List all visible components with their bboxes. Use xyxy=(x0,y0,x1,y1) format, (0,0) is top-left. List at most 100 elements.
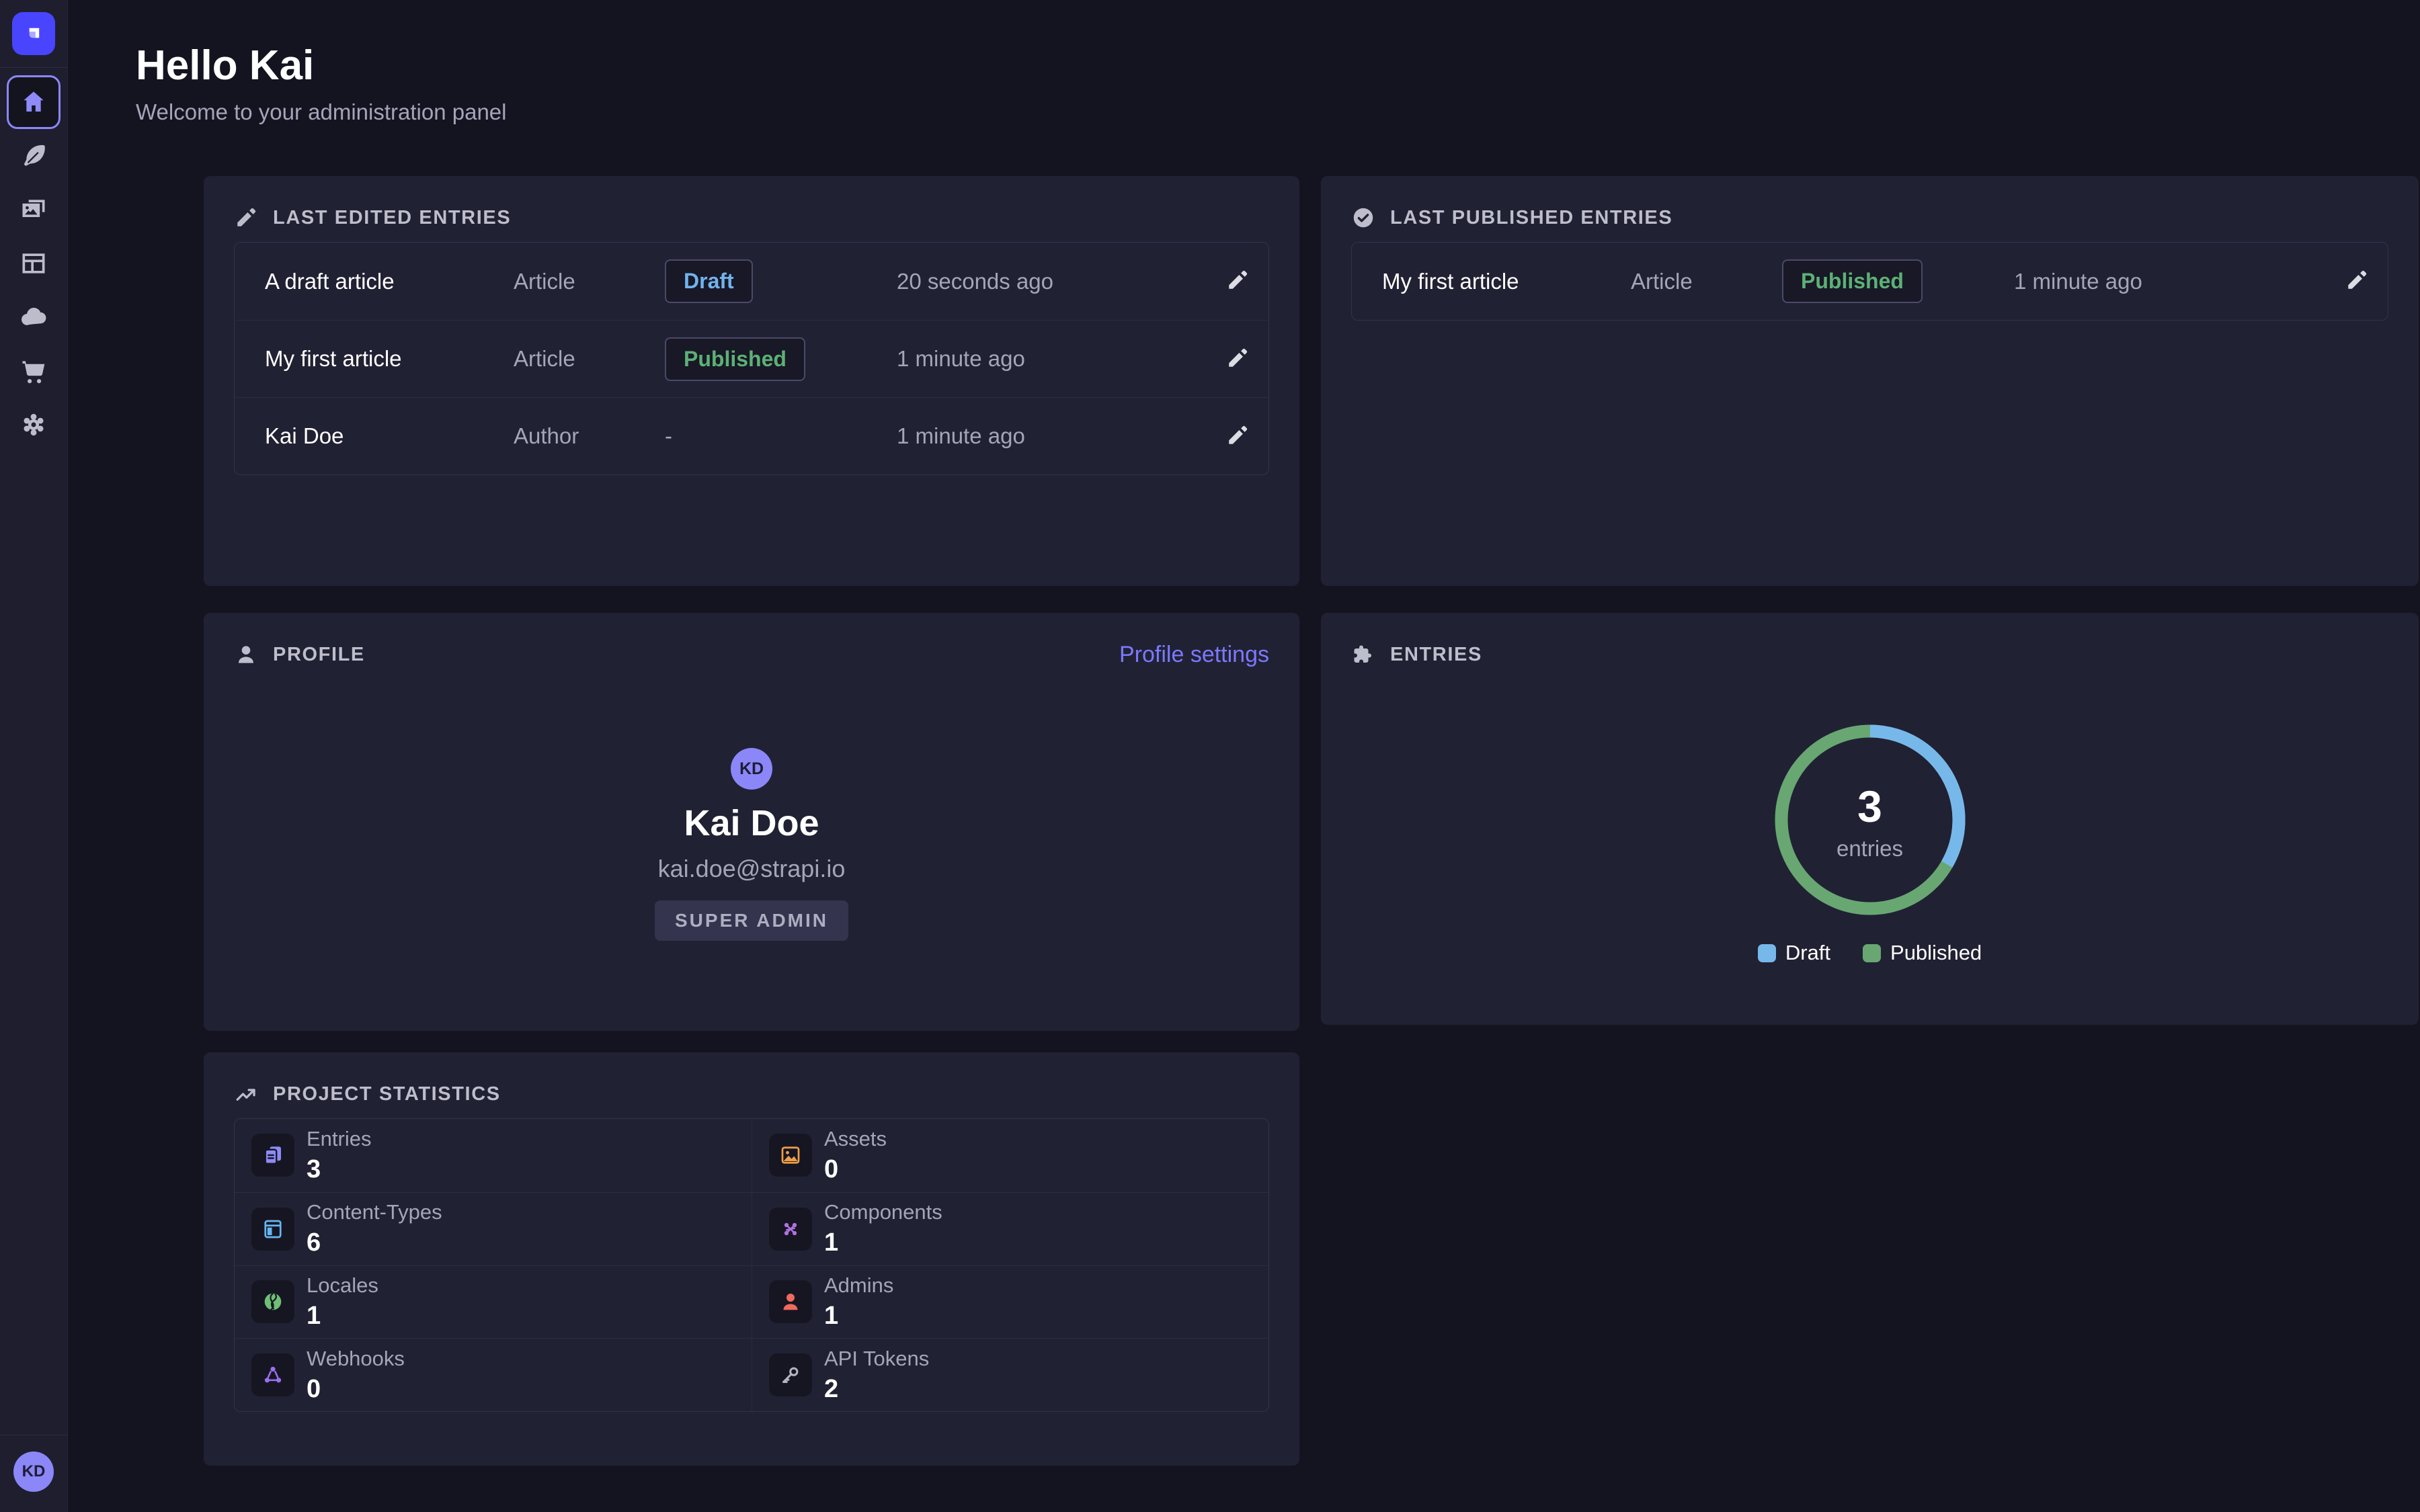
entry-time: 1 minute ago xyxy=(2014,269,2300,294)
stat-components: Components 1 xyxy=(752,1192,1268,1265)
stats-grid: Entries 3 Assets 0 xyxy=(234,1118,1269,1412)
profile-email: kai.doe@strapi.io xyxy=(204,855,1299,883)
stat-entries: Entries 3 xyxy=(235,1119,752,1192)
stat-label: Components xyxy=(824,1200,942,1224)
stat-label: Locales xyxy=(307,1273,378,1298)
legend-label: Published xyxy=(1890,941,1982,965)
entry-type: Author xyxy=(514,423,665,449)
stat-value: 6 xyxy=(307,1228,442,1257)
entry-name: My first article xyxy=(1382,269,1631,294)
sidebar-item-content-manager[interactable] xyxy=(0,129,68,183)
stat-label: Admins xyxy=(824,1273,893,1298)
trend-up-icon xyxy=(234,1082,258,1106)
panel-last-edited-entries: LAST EDITED ENTRIES A draft article Arti… xyxy=(204,176,1299,586)
panel-header: LAST EDITED ENTRIES xyxy=(234,203,1269,233)
stat-value: 2 xyxy=(824,1375,929,1404)
table-row[interactable]: My first article Article Published 1 min… xyxy=(235,320,1268,397)
stat-value: 3 xyxy=(307,1155,371,1184)
profile-body: KD Kai Doe kai.doe@strapi.io SUPER ADMIN xyxy=(204,613,1299,1031)
stat-label: Assets xyxy=(824,1127,887,1151)
image-icon xyxy=(778,1143,803,1167)
status-empty: - xyxy=(665,423,672,449)
last-published-table: My first article Article Published 1 min… xyxy=(1351,242,2388,321)
legend-item-published: Published xyxy=(1863,941,1982,965)
entry-name: A draft article xyxy=(265,269,514,294)
last-edited-table: A draft article Article Draft 20 seconds… xyxy=(234,242,1269,475)
webhook-icon xyxy=(261,1363,285,1387)
cloud-icon xyxy=(19,302,48,332)
panel-profile: PROFILE Profile settings KD Kai Doe kai.… xyxy=(204,613,1299,1031)
stat-value: 0 xyxy=(307,1375,405,1404)
edit-entry-button[interactable] xyxy=(1220,263,1255,300)
avatar: KD xyxy=(731,748,772,790)
key-icon xyxy=(778,1363,803,1387)
documents-icon xyxy=(261,1143,285,1167)
person-icon xyxy=(778,1290,803,1314)
pencil-icon xyxy=(2345,268,2369,292)
edit-entry-button[interactable] xyxy=(1220,418,1255,455)
panel-title: LAST PUBLISHED ENTRIES xyxy=(1390,207,1672,229)
globe-icon xyxy=(261,1290,285,1314)
page-title: Hello Kai xyxy=(136,42,314,89)
panel-project-statistics: PROJECT STATISTICS Entries 3 xyxy=(204,1052,1299,1466)
main-content: Hello Kai Welcome to your administration… xyxy=(68,0,2420,1512)
entry-name: Kai Doe xyxy=(265,423,514,449)
entry-type: Article xyxy=(1631,269,1782,294)
donut-label: entries xyxy=(1769,836,1971,862)
panel-title: ENTRIES xyxy=(1390,644,1482,666)
panel-last-published-entries: LAST PUBLISHED ENTRIES My first article … xyxy=(1321,176,2419,586)
puzzle-icon xyxy=(1351,642,1375,667)
entry-name: My first article xyxy=(265,346,514,372)
legend-item-draft: Draft xyxy=(1758,941,1830,965)
home-icon xyxy=(19,88,48,116)
entry-time: 1 minute ago xyxy=(897,423,1181,449)
media-library-icon xyxy=(19,195,48,224)
sidebar-item-content-type-builder[interactable] xyxy=(0,237,68,290)
pencil-icon xyxy=(1225,423,1250,448)
panel-header: LAST PUBLISHED ENTRIES xyxy=(1351,203,2388,233)
donut-value: 3 xyxy=(1769,781,1971,832)
role-badge: SUPER ADMIN xyxy=(655,900,848,941)
entries-donut-chart: 3 entries xyxy=(1769,719,1971,921)
sidebar-divider xyxy=(0,67,68,68)
stat-label: API Tokens xyxy=(824,1347,929,1371)
stat-value: 1 xyxy=(307,1302,378,1331)
page-subtitle: Welcome to your administration panel xyxy=(136,99,507,125)
sidebar-nav xyxy=(0,75,67,452)
table-row[interactable]: My first article Article Published 1 min… xyxy=(1352,243,2388,320)
panel-header: ENTRIES xyxy=(1351,640,2388,669)
stat-label: Content-Types xyxy=(307,1200,442,1224)
stat-content-types: Content-Types 6 xyxy=(235,1192,752,1265)
panel-title: LAST EDITED ENTRIES xyxy=(273,207,511,229)
draft-swatch xyxy=(1758,944,1776,962)
strapi-logo[interactable] xyxy=(12,12,55,55)
status-badge: Published xyxy=(665,337,805,381)
sidebar-bottom: KD xyxy=(0,1435,67,1512)
entry-time: 1 minute ago xyxy=(897,346,1181,372)
stat-assets: Assets 0 xyxy=(752,1119,1268,1192)
sidebar-item-home[interactable] xyxy=(0,75,68,129)
sidebar-item-cloud[interactable] xyxy=(0,290,68,344)
entry-type: Article xyxy=(514,346,665,372)
donut-center: 3 entries xyxy=(1769,781,1971,862)
legend-label: Draft xyxy=(1785,941,1830,965)
stat-value: 0 xyxy=(824,1155,887,1184)
sidebar-item-settings[interactable] xyxy=(0,398,68,452)
stat-admins: Admins 1 xyxy=(752,1265,1268,1339)
stat-label: Entries xyxy=(307,1127,371,1151)
feather-icon xyxy=(19,141,48,171)
edit-entry-button[interactable] xyxy=(1220,341,1255,378)
chart-legend: Draft Published xyxy=(1321,941,2419,965)
cart-icon xyxy=(19,356,48,386)
stat-locales: Locales 1 xyxy=(235,1265,752,1339)
stat-label: Webhooks xyxy=(307,1347,405,1371)
stat-api-tokens: API Tokens 2 xyxy=(752,1338,1268,1411)
user-avatar[interactable]: KD xyxy=(13,1452,54,1492)
sidebar-item-media-library[interactable] xyxy=(0,183,68,237)
sidebar-item-marketplace[interactable] xyxy=(0,344,68,398)
strapi-logo-icon xyxy=(22,22,45,45)
stat-value: 1 xyxy=(824,1302,893,1331)
table-row[interactable]: Kai Doe Author - 1 minute ago xyxy=(235,397,1268,474)
edit-entry-button[interactable] xyxy=(2339,263,2374,300)
table-row[interactable]: A draft article Article Draft 20 seconds… xyxy=(235,243,1268,320)
